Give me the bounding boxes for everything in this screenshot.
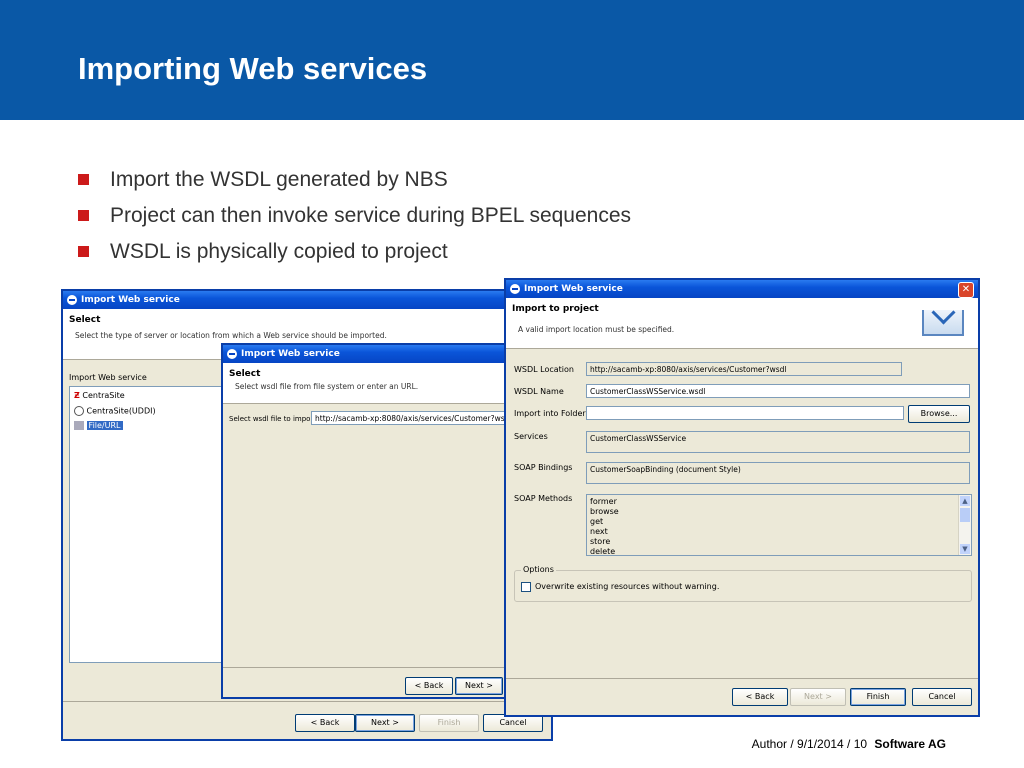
- vertical-scrollbar[interactable]: ▲ ▼: [958, 495, 971, 555]
- next-button[interactable]: Next >: [355, 714, 415, 732]
- overwrite-label: Overwrite existing resources without war…: [535, 582, 720, 591]
- import-folder-input[interactable]: [586, 406, 904, 420]
- slide-title: Importing Web services: [78, 51, 428, 86]
- finish-button[interactable]: Finish: [850, 688, 906, 706]
- wsdl-name-input[interactable]: CustomerClassWSService.wsdl: [586, 384, 970, 398]
- method-item[interactable]: get: [590, 517, 603, 526]
- separator: [63, 701, 551, 702]
- scroll-down-icon[interactable]: ▼: [960, 544, 970, 554]
- wizard-banner: Import to project A valid import locatio…: [506, 298, 978, 349]
- scroll-up-icon[interactable]: ▲: [960, 496, 970, 506]
- close-icon[interactable]: ✕: [958, 282, 974, 298]
- wsdl-location-field: http://sacamb-xp:8080/axis/services/Cust…: [586, 362, 902, 376]
- services-label: Services: [514, 432, 548, 441]
- browse-button[interactable]: Browse...: [908, 405, 970, 423]
- soap-methods-list[interactable]: former browse get next store delete ▲ ▼: [586, 494, 972, 556]
- separator: [506, 678, 978, 679]
- source-list[interactable]: Ƶ CentraSite CentraSite(UDDI) File/URL: [69, 386, 231, 663]
- method-item[interactable]: browse: [590, 507, 619, 516]
- uddi-icon: [74, 406, 84, 416]
- wizard-subtitle: A valid import location must be specifie…: [518, 325, 675, 334]
- bullet-item: Import the WSDL generated by NBS: [78, 165, 631, 201]
- options-group: Options Overwrite existing resources wit…: [514, 565, 972, 602]
- method-item[interactable]: delete: [590, 547, 615, 555]
- footer-company: Software AG: [874, 737, 946, 751]
- back-button[interactable]: < Back: [295, 714, 355, 732]
- file-icon: [74, 421, 84, 430]
- centrasite-icon: Ƶ: [74, 391, 80, 400]
- bullet-item: WSDL is physically copied to project: [78, 237, 631, 273]
- wizard-subtitle: Select wsdl file from file system or ent…: [235, 382, 419, 391]
- wizard-subtitle: Select the type of server or location fr…: [75, 331, 387, 340]
- list-label: Import Web service: [69, 373, 147, 382]
- method-item[interactable]: next: [590, 527, 608, 536]
- eclipse-icon: [67, 295, 77, 305]
- import-wizard-window-2: Import Web service Select Select wsdl fi…: [221, 343, 509, 699]
- next-button[interactable]: Next >: [790, 688, 846, 706]
- slide-header: Importing Web services: [0, 0, 1024, 120]
- wsdl-url-input[interactable]: http://sacamb-xp:8080/axis/services/Cust…: [311, 411, 507, 425]
- separator: [223, 667, 507, 668]
- scroll-thumb[interactable]: [960, 508, 970, 522]
- next-button[interactable]: Next >: [455, 677, 503, 695]
- slide-footer: Author / 9/1/2014 / 10 Software AG: [752, 737, 946, 751]
- eclipse-icon: [510, 284, 520, 294]
- bullet-list: Import the WSDL generated by NBS Project…: [78, 165, 631, 273]
- window-titlebar[interactable]: Import Web service: [506, 280, 978, 298]
- options-title: Options: [521, 565, 556, 574]
- wizard-heading: Select: [229, 369, 261, 379]
- cancel-button[interactable]: Cancel: [912, 688, 972, 706]
- finish-button[interactable]: Finish: [419, 714, 479, 732]
- window-titlebar[interactable]: Import Web service: [63, 291, 551, 309]
- wizard-banner: Select Select wsdl file from file system…: [223, 363, 507, 404]
- import-to-project-window: Import Web service ✕ Import to project A…: [504, 278, 980, 717]
- bullet-square-icon: [78, 210, 89, 221]
- import-folder-label: Import into Folder: [514, 409, 586, 418]
- method-item[interactable]: store: [590, 537, 610, 546]
- window-titlebar[interactable]: Import Web service: [223, 345, 507, 363]
- import-banner-icon: [922, 300, 964, 336]
- method-item[interactable]: former: [590, 497, 617, 506]
- soap-bindings-label: SOAP Bindings: [514, 463, 573, 472]
- wsdl-name-label: WSDL Name: [514, 387, 564, 396]
- back-button[interactable]: < Back: [405, 677, 453, 695]
- overwrite-checkbox[interactable]: [521, 582, 531, 592]
- wsdl-location-label: WSDL Location: [514, 365, 574, 374]
- wizard-heading: Select: [69, 315, 101, 325]
- soap-methods-label: SOAP Methods: [514, 494, 573, 503]
- services-field: CustomerClassWSService: [586, 431, 970, 453]
- list-item-centrasite-uddi[interactable]: CentraSite(UDDI): [74, 406, 156, 416]
- list-item-file-url[interactable]: File/URL: [74, 421, 123, 430]
- wizard-heading: Import to project: [512, 304, 599, 314]
- wsdl-file-label: Select wsdl file to import:: [229, 415, 319, 423]
- bullet-square-icon: [78, 246, 89, 257]
- bullet-item: Project can then invoke service during B…: [78, 201, 631, 237]
- eclipse-icon: [227, 349, 237, 359]
- soap-bindings-field: CustomerSoapBinding (document Style): [586, 462, 970, 484]
- footer-author: Author / 9/1/2014 / 10: [751, 737, 868, 751]
- bullet-square-icon: [78, 174, 89, 185]
- back-button[interactable]: < Back: [732, 688, 788, 706]
- list-item-centrasite[interactable]: Ƶ CentraSite: [74, 391, 125, 400]
